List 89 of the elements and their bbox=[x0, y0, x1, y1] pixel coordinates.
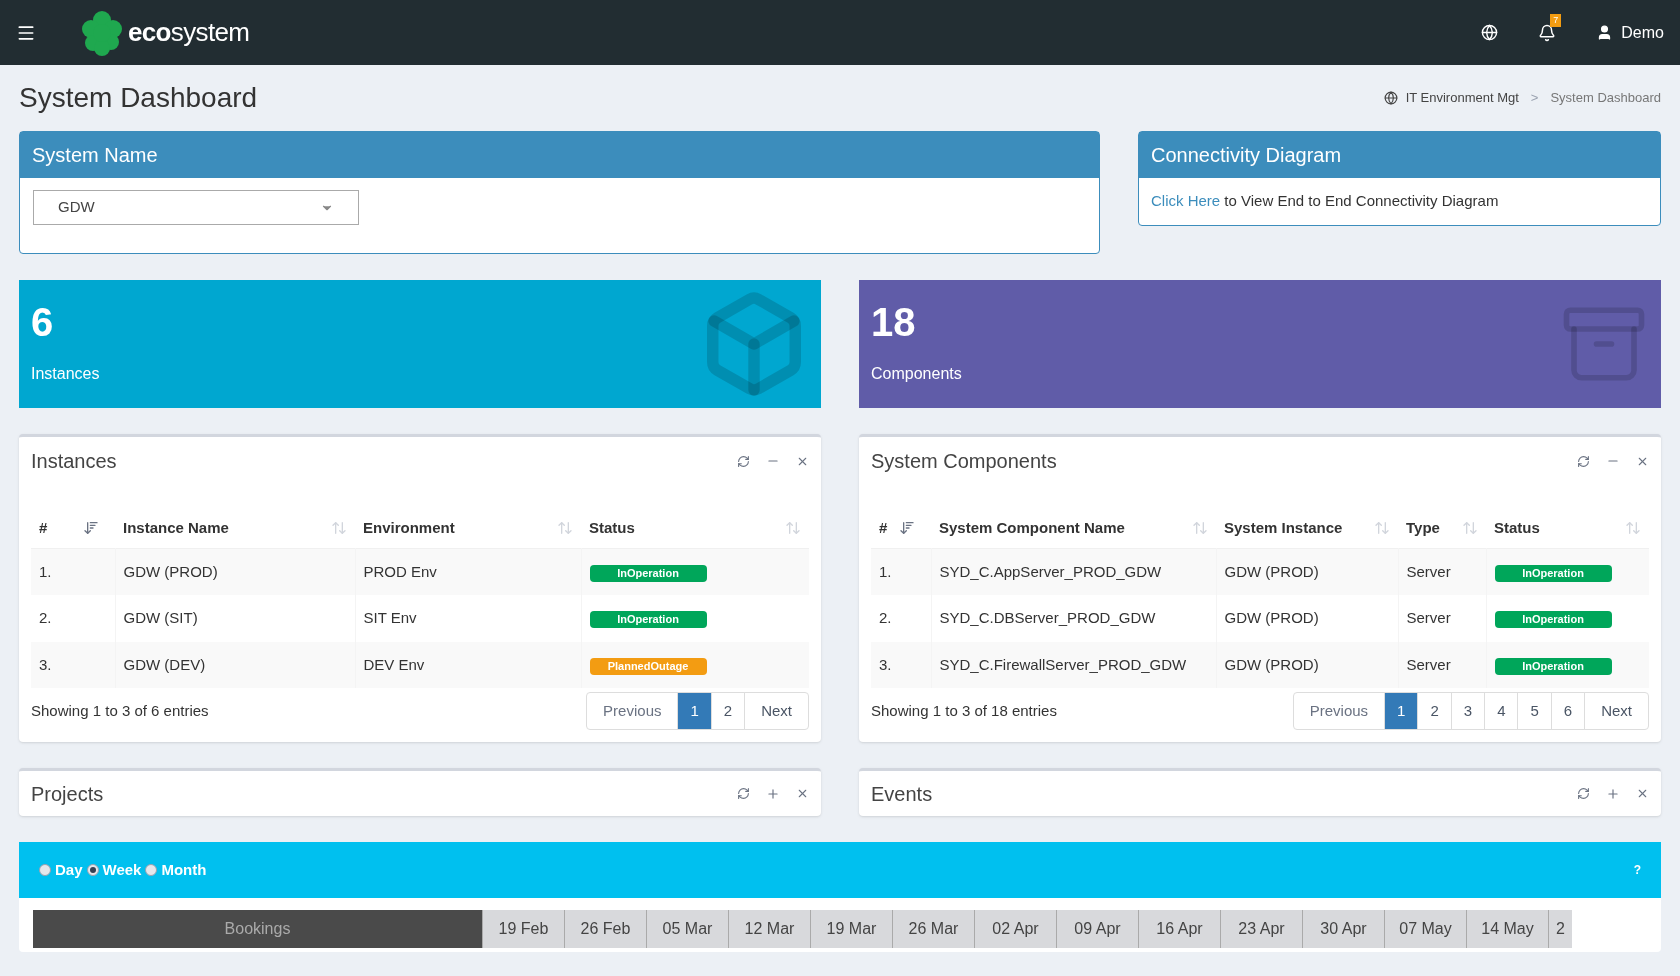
column-header[interactable]: Status bbox=[1486, 509, 1649, 548]
status-badge: InOperation bbox=[1494, 611, 1612, 628]
globe-icon bbox=[1383, 91, 1398, 105]
stat-value: 6 bbox=[31, 302, 55, 342]
connectivity-text: Click Here to View End to End Connectivity Diagram bbox=[1150, 191, 1500, 211]
table-cell: GDW (DEV) bbox=[115, 641, 355, 688]
close-icon[interactable] bbox=[1636, 787, 1649, 800]
page-button[interactable]: 1 bbox=[677, 692, 712, 730]
entries-info: Showing 1 to 3 of 6 entries bbox=[31, 700, 209, 721]
table-cell: GDW (PROD) bbox=[1216, 595, 1398, 642]
column-header[interactable]: System Component Name bbox=[931, 509, 1216, 548]
week-header: 16 Apr bbox=[1138, 910, 1220, 948]
breadcrumb-link[interactable]: System Dashboard bbox=[1550, 88, 1661, 108]
week-header: 09 Apr bbox=[1056, 910, 1138, 948]
status-badge: InOperation bbox=[589, 564, 707, 582]
system-select[interactable]: GDW bbox=[33, 190, 359, 225]
table-cell: SIT Env bbox=[355, 595, 581, 642]
week-header: 26 Feb bbox=[564, 910, 646, 948]
stat-value: 18 bbox=[871, 302, 917, 342]
refresh-icon[interactable] bbox=[1577, 787, 1590, 800]
refresh-icon[interactable] bbox=[737, 454, 750, 468]
globe-icon[interactable] bbox=[1481, 24, 1499, 41]
week-header: 23 Apr bbox=[1220, 910, 1302, 948]
table-cell: 2. bbox=[31, 595, 115, 642]
column-header[interactable]: Instance Name bbox=[115, 509, 355, 548]
column-header[interactable]: # bbox=[871, 509, 931, 548]
user-menu[interactable]: Demo bbox=[1596, 20, 1664, 45]
logo-text: ecosystem bbox=[128, 16, 250, 49]
column-header[interactable]: # bbox=[31, 509, 115, 548]
week-header: 05 Mar bbox=[646, 910, 728, 948]
previous-button[interactable]: Previous bbox=[1292, 692, 1386, 730]
page-title: System Dashboard bbox=[19, 81, 258, 115]
expand-icon[interactable] bbox=[766, 786, 780, 801]
notification-bell-icon[interactable] bbox=[1538, 23, 1557, 42]
sort-descending-icon[interactable] bbox=[83, 520, 99, 537]
week-header: 14 May bbox=[1466, 910, 1548, 948]
table-cell: Server bbox=[1398, 641, 1486, 688]
week-header: 30 Apr bbox=[1302, 910, 1384, 948]
expand-icon[interactable] bbox=[1606, 786, 1620, 801]
table-cell: DEV Env bbox=[355, 641, 581, 688]
breadcrumb-link[interactable]: IT Environment Mgt bbox=[1405, 88, 1519, 108]
status-badge: InOperation bbox=[589, 611, 707, 628]
page-button[interactable]: 2 bbox=[1417, 692, 1452, 730]
click-here-link[interactable]: Click Here bbox=[1151, 192, 1221, 209]
week-header: 2 bbox=[1548, 910, 1572, 948]
stat-label: Components bbox=[871, 364, 962, 384]
sort-descending-icon[interactable] bbox=[899, 520, 915, 537]
table-cell: 2. bbox=[871, 595, 931, 642]
column-header[interactable]: Environment bbox=[355, 509, 581, 548]
panel-header: System Name bbox=[20, 132, 1099, 178]
status-badge: PlannedOutage bbox=[589, 657, 707, 675]
week-header: 26 Mar bbox=[892, 910, 974, 948]
panel-header: Connectivity Diagram bbox=[1139, 132, 1660, 178]
next-button[interactable]: Next bbox=[1584, 692, 1649, 730]
panel-title: Events bbox=[871, 781, 933, 807]
gantt-column-header: Bookings bbox=[33, 910, 482, 948]
week-header: 07 May bbox=[1384, 910, 1466, 948]
refresh-icon[interactable] bbox=[737, 787, 750, 800]
table-cell: GDW (PROD) bbox=[1216, 641, 1398, 688]
refresh-icon[interactable] bbox=[1577, 454, 1590, 468]
close-icon[interactable] bbox=[796, 787, 809, 800]
column-header[interactable]: Type bbox=[1398, 509, 1486, 548]
panel-title: System Components bbox=[871, 449, 1057, 474]
next-button[interactable]: Next bbox=[744, 692, 809, 730]
week-header: 12 Mar bbox=[728, 910, 810, 948]
stat-label: Instances bbox=[31, 364, 100, 384]
table-cell: 3. bbox=[31, 641, 115, 688]
table-cell: 3. bbox=[871, 641, 931, 688]
table-cell: GDW (SIT) bbox=[115, 595, 355, 642]
week-header: 02 Apr bbox=[974, 910, 1056, 948]
status-badge: InOperation bbox=[1494, 564, 1612, 582]
breadcrumb-separator: > bbox=[1530, 89, 1539, 108]
column-header[interactable]: System Instance bbox=[1216, 509, 1398, 548]
status-badge: InOperation bbox=[1494, 657, 1612, 675]
previous-button[interactable]: Previous bbox=[586, 692, 679, 730]
column-header[interactable]: Status bbox=[581, 509, 809, 548]
notification-count: 7 bbox=[1550, 13, 1562, 27]
entries-info: Showing 1 to 3 of 18 entries bbox=[871, 700, 1057, 721]
week-header: 19 Mar bbox=[810, 910, 892, 948]
panel-title: Instances bbox=[31, 449, 117, 474]
table-cell: SYD_C.DBServer_PROD_GDW bbox=[931, 595, 1216, 642]
page-button[interactable]: 4 bbox=[1484, 692, 1519, 730]
flower-logo-icon bbox=[80, 8, 124, 57]
panel-title: Projects bbox=[31, 781, 104, 807]
page-button[interactable]: 1 bbox=[1384, 692, 1419, 730]
table-cell: SYD_C.FirewallServer_PROD_GDW bbox=[931, 641, 1216, 688]
table-cell: Server bbox=[1398, 595, 1486, 642]
week-header: 19 Feb bbox=[482, 910, 564, 948]
page-button[interactable]: 5 bbox=[1517, 692, 1552, 730]
